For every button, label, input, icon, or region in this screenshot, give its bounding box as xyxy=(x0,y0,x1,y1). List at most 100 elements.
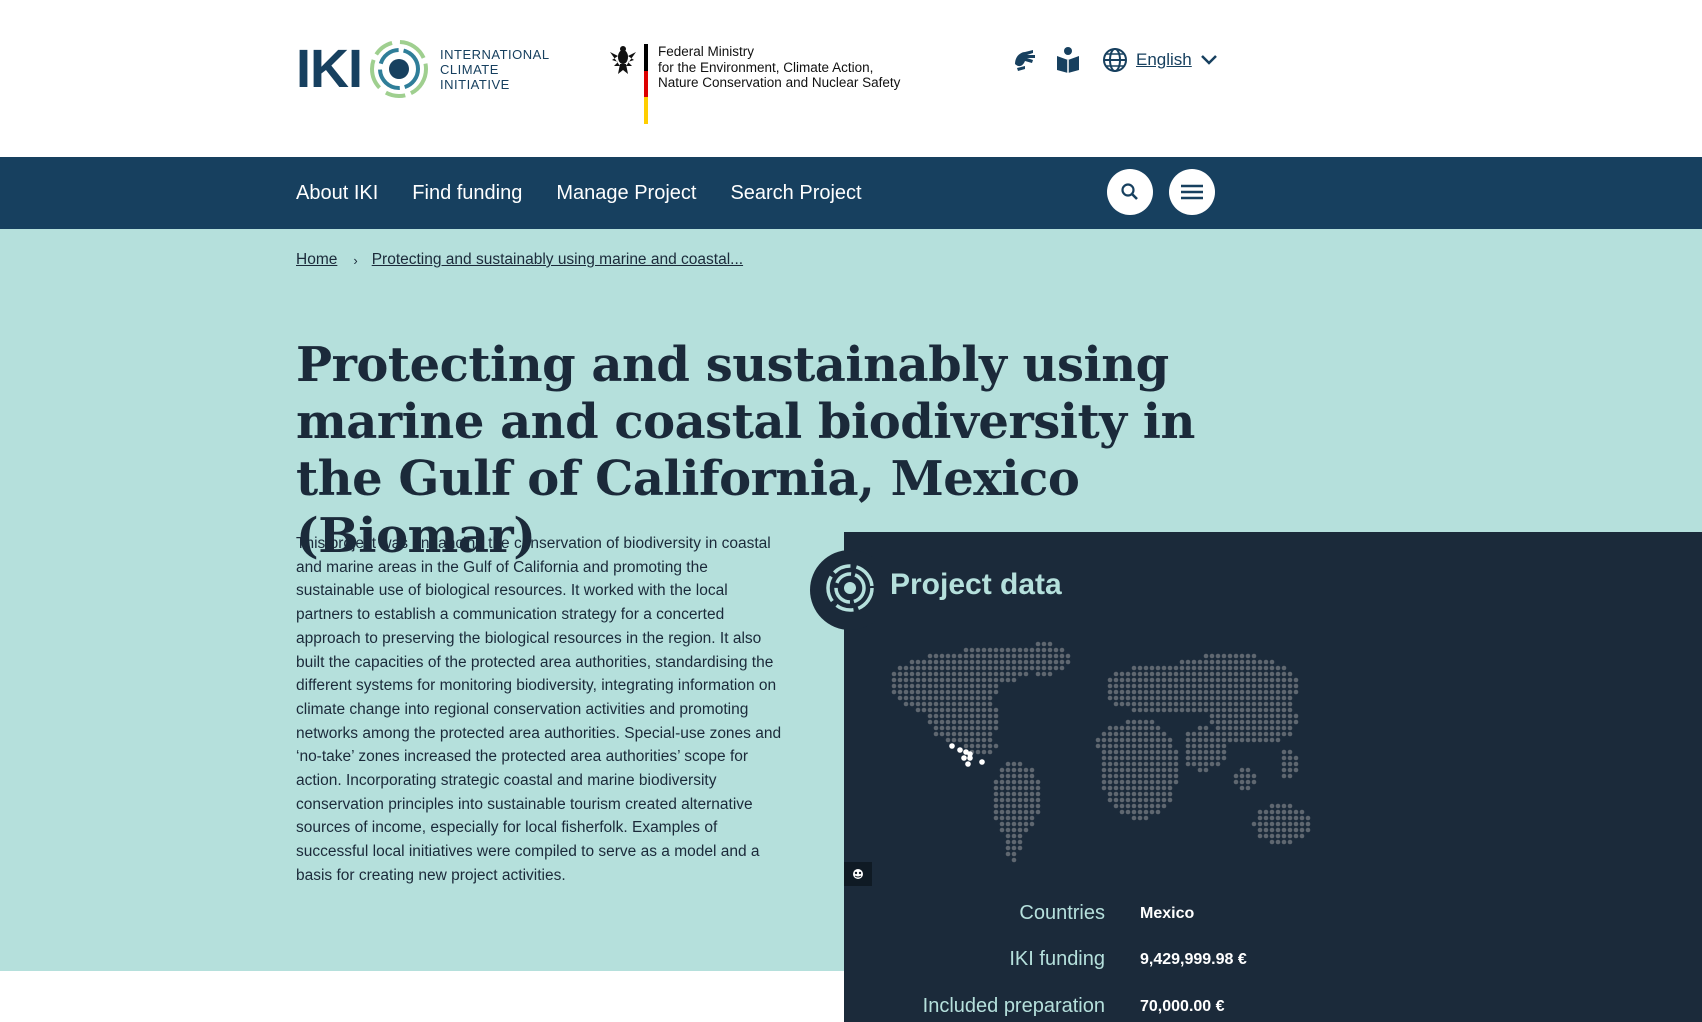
map-dot xyxy=(981,719,987,725)
nav-item-search-project[interactable]: Search Project xyxy=(730,182,861,205)
iki-ring-icon xyxy=(826,564,874,612)
map-dot xyxy=(1155,791,1161,797)
map-dot xyxy=(909,677,915,683)
nav-item-find-funding[interactable]: Find funding xyxy=(412,182,522,205)
map-dot xyxy=(1023,803,1029,809)
map-dot xyxy=(1143,665,1149,671)
map-dot xyxy=(1113,725,1119,731)
chevron-down-icon xyxy=(1200,55,1217,65)
map-dot xyxy=(1143,719,1149,725)
map-dot xyxy=(1245,677,1251,683)
map-dot xyxy=(1251,719,1257,725)
map-dot xyxy=(981,695,987,701)
map-dot xyxy=(993,719,999,725)
map-dot xyxy=(1197,761,1203,767)
search-button[interactable] xyxy=(1107,169,1153,215)
map-dot xyxy=(1107,761,1113,767)
map-dot xyxy=(1107,791,1113,797)
sign-language-icon[interactable] xyxy=(1010,45,1040,75)
map-dot xyxy=(951,695,957,701)
map-dot xyxy=(987,701,993,707)
map-dot xyxy=(1209,731,1215,737)
map-dot xyxy=(1005,653,1011,659)
language-selector[interactable]: English xyxy=(1102,47,1218,73)
map-dot xyxy=(1263,725,1269,731)
map-dot xyxy=(1017,659,1023,665)
map-highlight-dot-mexico xyxy=(949,743,955,749)
map-dot xyxy=(1197,743,1203,749)
map-dot xyxy=(1059,653,1065,659)
map-dot xyxy=(1251,713,1257,719)
map-dot xyxy=(1137,731,1143,737)
map-dot xyxy=(1275,671,1281,677)
map-dot xyxy=(1161,761,1167,767)
map-dot xyxy=(1287,833,1293,839)
breadcrumb-current-link[interactable]: Protecting and sustainably using marine … xyxy=(372,251,743,269)
map-dot xyxy=(969,719,975,725)
map-dot xyxy=(963,707,969,713)
map-dot xyxy=(1161,779,1167,785)
map-dot xyxy=(1107,749,1113,755)
map-dot xyxy=(1155,785,1161,791)
map-dot xyxy=(1221,731,1227,737)
federal-eagle-icon xyxy=(610,46,636,74)
map-dot xyxy=(933,665,939,671)
menu-button[interactable] xyxy=(1169,169,1215,215)
nav-item-about-iki[interactable]: About IKI xyxy=(296,182,378,205)
map-dot xyxy=(1239,677,1245,683)
map-highlight-dot-mexico xyxy=(979,759,985,765)
map-dot xyxy=(1161,683,1167,689)
map-dot xyxy=(957,659,963,665)
map-dot xyxy=(1131,803,1137,809)
map-dot xyxy=(1149,701,1155,707)
map-dot xyxy=(1029,821,1035,827)
map-dot xyxy=(1203,761,1209,767)
nav-item-manage-project[interactable]: Manage Project xyxy=(556,182,696,205)
map-dot xyxy=(1167,785,1173,791)
map-dot xyxy=(1257,713,1263,719)
map-dot xyxy=(939,725,945,731)
map-dot xyxy=(1155,743,1161,749)
map-dot xyxy=(1287,683,1293,689)
map-dot xyxy=(1275,701,1281,707)
map-dot xyxy=(1029,659,1035,665)
map-dot xyxy=(1191,755,1197,761)
easy-read-book-icon[interactable] xyxy=(1053,45,1083,75)
map-dot xyxy=(1131,671,1137,677)
map-dot xyxy=(1263,737,1269,743)
map-dot xyxy=(1293,767,1299,773)
language-label[interactable]: English xyxy=(1136,50,1192,70)
map-highlight-dot-mexico xyxy=(957,747,963,753)
map-dot xyxy=(1257,677,1263,683)
map-dot xyxy=(1215,761,1221,767)
map-dot xyxy=(1239,767,1245,773)
map-dot xyxy=(1107,689,1113,695)
map-toggle-button[interactable] xyxy=(844,862,872,886)
map-dot xyxy=(1113,749,1119,755)
map-dot xyxy=(1245,701,1251,707)
map-dot xyxy=(1197,665,1203,671)
map-dot xyxy=(1023,821,1029,827)
breadcrumb-home-link[interactable]: Home xyxy=(296,251,337,269)
map-dot xyxy=(981,749,987,755)
map-dot xyxy=(1155,707,1161,713)
map-dot xyxy=(1113,689,1119,695)
ministry-logo[interactable]: Federal Ministry for the Environment, Cl… xyxy=(608,44,900,125)
map-dot xyxy=(1197,689,1203,695)
map-dot xyxy=(969,671,975,677)
map-dot xyxy=(1155,755,1161,761)
map-dot xyxy=(945,677,951,683)
map-dot xyxy=(1281,833,1287,839)
map-dot xyxy=(1203,767,1209,773)
map-dot xyxy=(1185,755,1191,761)
map-dot xyxy=(951,725,957,731)
map-dot xyxy=(1149,695,1155,701)
map-dot xyxy=(1119,791,1125,797)
map-dot xyxy=(981,659,987,665)
iki-logo[interactable]: IKI INTERNATIONAL CLIMATE INITIATIVE xyxy=(296,38,550,100)
map-dot xyxy=(915,659,921,665)
map-dot xyxy=(933,695,939,701)
map-dot xyxy=(1305,821,1311,827)
map-dot xyxy=(1143,725,1149,731)
map-dot xyxy=(1185,677,1191,683)
